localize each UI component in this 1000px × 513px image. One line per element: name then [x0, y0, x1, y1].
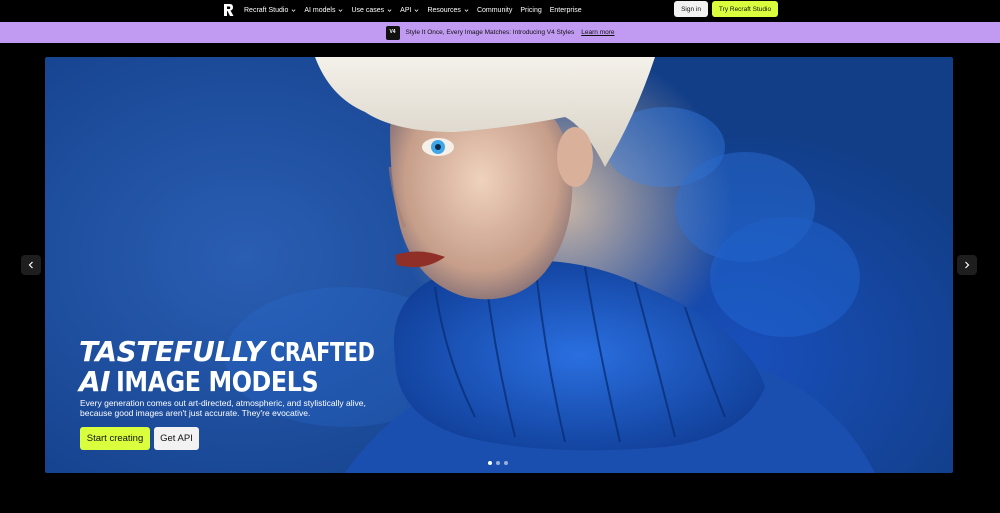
get-api-button[interactable]: Get API: [154, 427, 199, 450]
nav-item-recraft-studio[interactable]: Recraft Studio: [244, 7, 296, 14]
carousel-next-button[interactable]: [957, 255, 977, 275]
carousel-prev-button[interactable]: [21, 255, 41, 275]
chevron-down-icon: [339, 9, 343, 12]
chevron-right-icon: [965, 261, 970, 269]
v4-badge: V4: [385, 25, 400, 40]
hero-carousel-slide: TASTEFULLY CRAFTED AI IMAGE MODELS Every…: [45, 57, 953, 473]
nav-item-resources[interactable]: Resources: [427, 7, 469, 14]
try-recraft-studio-button[interactable]: Try Recraft Studio: [712, 1, 778, 17]
nav-item-label: API: [400, 7, 412, 14]
chevron-down-icon: [291, 9, 296, 12]
nav-item-ai-models[interactable]: AI models: [304, 7, 343, 14]
announcement-banner: V4 Style It Once, Every Image Matches: I…: [0, 22, 1000, 43]
banner-text: Style It Once, Every Image Matches: Intr…: [405, 29, 575, 36]
nav-item-label: Pricing: [520, 7, 542, 14]
chevron-down-icon: [387, 9, 392, 12]
learn-more-link[interactable]: Learn more: [581, 29, 614, 36]
nav-item-pricing[interactable]: Pricing: [520, 7, 541, 14]
hero-subtitle: Every generation comes out art-directed,…: [80, 398, 366, 419]
hero-title-word-4: IMAGE MODELS: [116, 365, 319, 398]
nav-item-community[interactable]: Community: [477, 7, 512, 14]
nav-item-label: Resources: [427, 7, 461, 14]
hero-title-word-1: TASTEFULLY: [79, 335, 265, 368]
nav-menu: Recraft Studio AI models Use cases API Resou…: [244, 0, 590, 21]
nav-item-api[interactable]: API: [400, 7, 419, 14]
nav-item-label: Community: [476, 7, 513, 14]
sign-in-button[interactable]: Sign in: [674, 1, 708, 17]
chevron-down-icon: [415, 9, 419, 12]
hero-title-word-3: AI: [79, 365, 111, 398]
top-nav: Recraft Studio AI models Use cases API Resou…: [0, 0, 1000, 21]
recraft-logo[interactable]: [222, 3, 235, 17]
carousel-dots: [488, 461, 508, 465]
hero-title-word-2: CRAFTED: [270, 338, 375, 368]
nav-item-label: Use cases: [351, 7, 385, 14]
nav-item-label: Recraft Studio: [244, 7, 289, 14]
nav-item-use-cases[interactable]: Use cases: [351, 7, 392, 14]
nav-item-enterprise[interactable]: Enterprise: [550, 7, 582, 14]
chevron-down-icon: [464, 9, 469, 12]
carousel-dot[interactable]: [504, 461, 508, 465]
nav-item-label: Enterprise: [549, 7, 582, 14]
carousel-dot[interactable]: [488, 461, 492, 465]
carousel-dot[interactable]: [496, 461, 500, 465]
start-creating-button[interactable]: Start creating: [80, 427, 150, 450]
chevron-left-icon: [28, 261, 33, 269]
hero-title: TASTEFULLY CRAFTED AI IMAGE MODELS: [79, 338, 401, 396]
nav-item-label: AI models: [304, 7, 336, 14]
